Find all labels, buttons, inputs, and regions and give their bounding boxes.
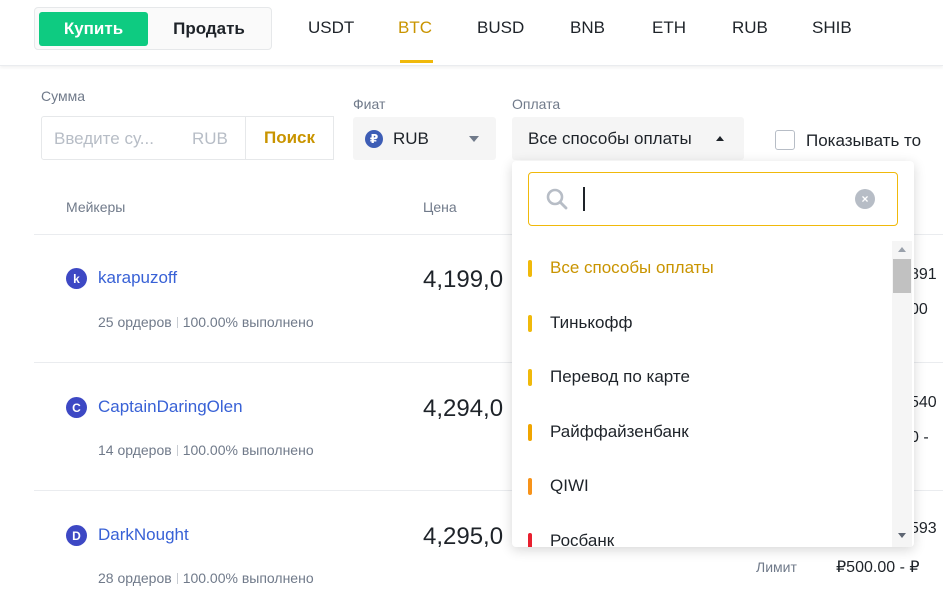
option-color-bar <box>528 260 532 277</box>
payment-option-all[interactable]: Все способы оплаты <box>512 241 892 295</box>
option-color-bar <box>528 424 532 441</box>
option-label: Все способы оплаты <box>550 258 714 277</box>
fiat-label: Фиат <box>353 96 386 112</box>
chevron-down-icon <box>469 136 479 142</box>
ruble-coin-icon: ₽ <box>365 130 383 148</box>
available-amount: 891 <box>910 266 937 283</box>
available-amount: 540 <box>910 394 937 411</box>
search-button[interactable]: Поиск <box>246 116 334 160</box>
show-checkbox-label: Показывать то <box>806 131 922 150</box>
price-header: Цена <box>423 199 457 215</box>
payment-option-qiwi[interactable]: QIWI <box>512 459 892 513</box>
maker-name[interactable]: CaptainDaringOlen <box>98 397 243 417</box>
show-checkbox[interactable] <box>775 130 795 150</box>
option-label: QIWI <box>550 476 589 495</box>
limit-label: Лимит <box>756 559 797 575</box>
amount-placeholder: Введите су... <box>54 129 154 148</box>
maker-name[interactable]: karapuzoff <box>98 268 177 288</box>
tab-btc[interactable]: BTC <box>398 18 432 38</box>
payment-option-raiffeisen[interactable]: Райффайзенбанк <box>512 405 892 459</box>
tab-bnb[interactable]: BNB <box>570 18 605 38</box>
tab-rub[interactable]: RUB <box>732 18 768 38</box>
top-bar: Купить Продать USDT BTC BUSD BNB ETH RUB… <box>0 0 943 66</box>
option-label: Райффайзенбанк <box>550 422 689 441</box>
avatar: k <box>66 268 87 289</box>
payment-dropdown: × Все способы оплаты Тинькофф Перевод по… <box>512 161 914 547</box>
clear-icon[interactable]: × <box>855 189 875 209</box>
option-label: Перевод по карте <box>550 367 690 386</box>
orders-count: 25 ордеров <box>98 314 172 330</box>
completion-rate: 100.00% выполнено <box>182 442 314 458</box>
maker-stats: 28 ордеров 100.00% выполнено <box>98 570 314 586</box>
price-value: 4,294,0 <box>423 395 504 422</box>
makers-header: Мейкеры <box>66 199 126 215</box>
tab-eth[interactable]: ETH <box>652 18 686 38</box>
payment-label: Оплата <box>512 96 561 112</box>
amount-input[interactable]: Введите су... RUB <box>41 116 246 160</box>
option-label: Росбанк <box>550 531 615 547</box>
option-color-bar <box>528 369 532 386</box>
amount-label: Сумма <box>41 88 85 104</box>
price-value: 4,199,0 <box>423 266 504 293</box>
scroll-up-icon[interactable] <box>898 247 906 252</box>
price-value: 4,295,0 <box>423 523 504 550</box>
p2p-page: Купить Продать USDT BTC BUSD BNB ETH RUB… <box>0 0 943 590</box>
completion-rate: 100.00% выполнено <box>182 314 314 330</box>
text-cursor <box>583 187 585 211</box>
limit-value: ₽500.00 - ₽ <box>836 559 920 576</box>
tab-shib[interactable]: SHIB <box>812 18 852 38</box>
payment-option-rosbank[interactable]: Росбанк <box>512 514 892 547</box>
orders-count: 14 ордеров <box>98 442 172 458</box>
option-color-bar <box>528 315 532 332</box>
scroll-down-icon[interactable] <box>898 533 906 538</box>
option-color-bar <box>528 478 532 495</box>
option-label: Тинькофф <box>550 313 633 332</box>
active-tab-underline <box>400 60 433 63</box>
amount-unit: RUB <box>192 129 228 148</box>
payment-select[interactable]: Все способы оплаты <box>512 117 744 160</box>
trade-side-switch: Купить Продать <box>34 7 272 50</box>
payment-option-card-transfer[interactable]: Перевод по карте <box>512 350 892 404</box>
tab-usdt[interactable]: USDT <box>308 18 354 38</box>
fiat-select[interactable]: ₽ RUB <box>353 117 496 160</box>
sell-button[interactable]: Продать <box>151 12 267 46</box>
available-amount: 593 <box>910 520 937 537</box>
maker-stats: 14 ордеров 100.00% выполнено <box>98 442 314 458</box>
completion-rate: 100.00% выполнено <box>182 570 314 586</box>
tab-busd[interactable]: BUSD <box>477 18 524 38</box>
avatar: C <box>66 397 87 418</box>
scrollbar-thumb[interactable] <box>893 259 911 293</box>
orders-count: 28 ордеров <box>98 570 172 586</box>
maker-name[interactable]: DarkNought <box>98 525 189 545</box>
maker-stats: 25 ордеров 100.00% выполнено <box>98 314 314 330</box>
payment-value: Все способы оплаты <box>528 129 692 148</box>
payment-search-input[interactable]: × <box>528 172 898 226</box>
buy-button[interactable]: Купить <box>39 12 148 46</box>
payment-option-tinkoff[interactable]: Тинькофф <box>512 296 892 350</box>
payment-options-list: Все способы оплаты Тинькофф Перевод по к… <box>512 241 892 547</box>
search-icon <box>546 188 568 210</box>
fiat-value: RUB <box>393 129 429 148</box>
option-color-bar <box>528 533 532 547</box>
chevron-up-icon <box>716 136 724 141</box>
avatar: D <box>66 525 87 546</box>
